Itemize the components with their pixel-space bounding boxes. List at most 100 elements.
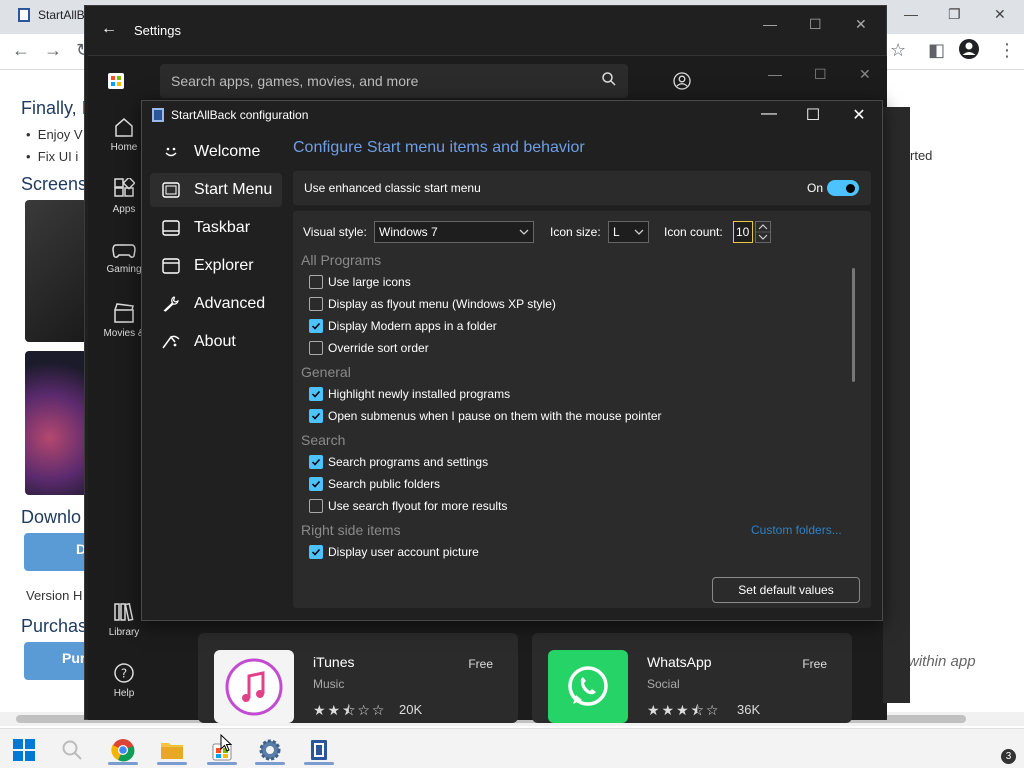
running-indicator: [108, 762, 138, 765]
running-indicator: [157, 762, 187, 765]
app-card-itunes[interactable]: iTunes Music Free ★★⯪☆☆ 20K: [198, 633, 518, 723]
search-icon[interactable]: [602, 72, 616, 89]
checkbox[interactable]: [309, 275, 323, 289]
startallback-taskbar-button[interactable]: [304, 735, 334, 765]
start-button[interactable]: [9, 735, 39, 765]
checkbox-checked[interactable]: [309, 455, 323, 469]
icon-count-input[interactable]: 10: [733, 221, 753, 243]
version-text: Version H: [26, 588, 83, 603]
forward-arrow-icon[interactable]: →: [44, 40, 62, 61]
option-open-submenus[interactable]: Open submenus when I pause on them with …: [309, 409, 662, 423]
back-arrow-icon[interactable]: ←: [101, 20, 117, 38]
option-large-icons[interactable]: Use large icons: [309, 275, 411, 289]
minimize-icon[interactable]: —: [759, 105, 779, 123]
option-search-flyout[interactable]: Use search flyout for more results: [309, 499, 507, 513]
option-label: Search public folders: [328, 477, 441, 491]
download-button[interactable]: D: [24, 533, 90, 571]
custom-folders-link[interactable]: Custom folders...: [751, 523, 842, 537]
section-general: General: [301, 364, 351, 380]
enhanced-start-menu-toggle[interactable]: [827, 180, 859, 196]
nav-explorer[interactable]: Explorer: [150, 249, 282, 283]
set-default-values-button[interactable]: Set default values: [712, 577, 860, 603]
icon-count-stepper[interactable]: 10: [733, 221, 773, 243]
purchase-button[interactable]: Pur: [24, 642, 90, 680]
restore-icon[interactable]: ❐: [948, 6, 961, 23]
option-modern-apps-folder[interactable]: Display Modern apps in a folder: [309, 319, 497, 333]
settings-taskbar-button[interactable]: [255, 735, 285, 765]
profile-icon[interactable]: [958, 38, 980, 65]
nav-advanced[interactable]: Advanced: [150, 287, 282, 321]
startallback-icon: [152, 108, 164, 122]
maximize-icon[interactable]: ☐: [809, 16, 822, 33]
taskbar: 3: [0, 728, 1024, 768]
checkbox[interactable]: [309, 297, 323, 311]
explorer-icon: [160, 258, 182, 274]
about-icon: [160, 334, 182, 350]
options-scrollbar[interactable]: [852, 268, 855, 382]
side-panel-icon[interactable]: ◧: [928, 40, 945, 61]
visual-style-label: Visual style:: [303, 225, 367, 239]
screenshot-thumbnail[interactable]: [25, 200, 87, 342]
close-icon[interactable]: ✕: [849, 105, 869, 125]
more-menu-icon[interactable]: ⋮: [998, 40, 1016, 61]
chrome-tab[interactable]: StartAllB: [18, 8, 85, 22]
nav-label: Help: [113, 688, 135, 699]
option-label: Use large icons: [328, 275, 411, 289]
nav-start-menu[interactable]: Start Menu: [150, 173, 282, 207]
close-icon[interactable]: ✕: [994, 6, 1006, 23]
running-indicator: [304, 762, 334, 765]
maximize-icon[interactable]: ☐: [803, 105, 823, 125]
checkbox-checked[interactable]: [309, 409, 323, 423]
search-button[interactable]: [57, 735, 87, 765]
checkbox[interactable]: [309, 499, 323, 513]
option-label: Open submenus when I pause on them with …: [328, 409, 662, 423]
minimize-icon[interactable]: —: [768, 66, 782, 82]
enhanced-start-menu-row[interactable]: Use enhanced classic start menu On: [293, 171, 871, 205]
checkbox-checked[interactable]: [309, 545, 323, 559]
bookmark-star-icon[interactable]: ☆: [890, 40, 906, 61]
rating-count: 36K: [737, 702, 761, 717]
checkbox[interactable]: [309, 341, 323, 355]
file-explorer-taskbar-button[interactable]: [157, 735, 187, 765]
store-nav-help[interactable]: ? Help: [90, 662, 158, 699]
mouse-cursor-icon: [218, 733, 234, 753]
store-search-input[interactable]: Search apps, games, movies, and more: [160, 64, 628, 98]
nav-welcome[interactable]: Welcome: [150, 135, 282, 169]
checkbox-checked[interactable]: [309, 319, 323, 333]
chrome-taskbar-button[interactable]: [108, 735, 138, 765]
nav-about[interactable]: About: [150, 325, 282, 359]
option-search-programs[interactable]: Search programs and settings: [309, 455, 488, 469]
notification-badge[interactable]: 3: [1001, 749, 1016, 764]
chrome-tab-title: StartAllB: [38, 8, 85, 22]
minimize-icon[interactable]: —: [763, 16, 777, 32]
close-icon[interactable]: ✕: [859, 66, 871, 83]
option-label: Display user account picture: [328, 545, 479, 559]
close-icon[interactable]: ✕: [855, 16, 867, 33]
icon-size-select[interactable]: L: [608, 221, 649, 243]
nav-label: Apps: [112, 204, 136, 215]
checkbox-checked[interactable]: [309, 477, 323, 491]
taskbar-icon: [160, 220, 182, 236]
nav-taskbar[interactable]: Taskbar: [150, 211, 282, 245]
visual-style-select[interactable]: Windows 7: [374, 221, 534, 243]
option-override-sort[interactable]: Override sort order: [309, 341, 429, 355]
option-highlight-new[interactable]: Highlight newly installed programs: [309, 387, 510, 401]
section-search: Search: [301, 432, 346, 448]
option-search-public[interactable]: Search public folders: [309, 477, 440, 491]
stepper-arrows[interactable]: [755, 221, 771, 243]
running-indicator: [255, 762, 285, 765]
option-user-picture[interactable]: Display user account picture: [309, 545, 479, 559]
app-card-whatsapp[interactable]: WhatsApp Social Free ★★★⯪☆ 36K: [532, 633, 852, 723]
option-label: Highlight newly installed programs: [328, 387, 511, 401]
back-arrow-icon[interactable]: ←: [12, 40, 30, 61]
nav-label: Explorer: [194, 257, 254, 274]
account-icon[interactable]: [673, 72, 691, 95]
app-category: Music: [313, 677, 345, 691]
toggle-state-label: On: [806, 181, 823, 195]
checkbox-checked[interactable]: [309, 387, 323, 401]
minimize-icon[interactable]: —: [904, 6, 918, 22]
option-label: Display Modern apps in a folder: [328, 319, 497, 333]
maximize-icon[interactable]: ☐: [814, 66, 827, 83]
option-flyout-menu[interactable]: Display as flyout menu (Windows XP style…: [309, 297, 556, 311]
screenshot-thumbnail[interactable]: [25, 351, 87, 495]
